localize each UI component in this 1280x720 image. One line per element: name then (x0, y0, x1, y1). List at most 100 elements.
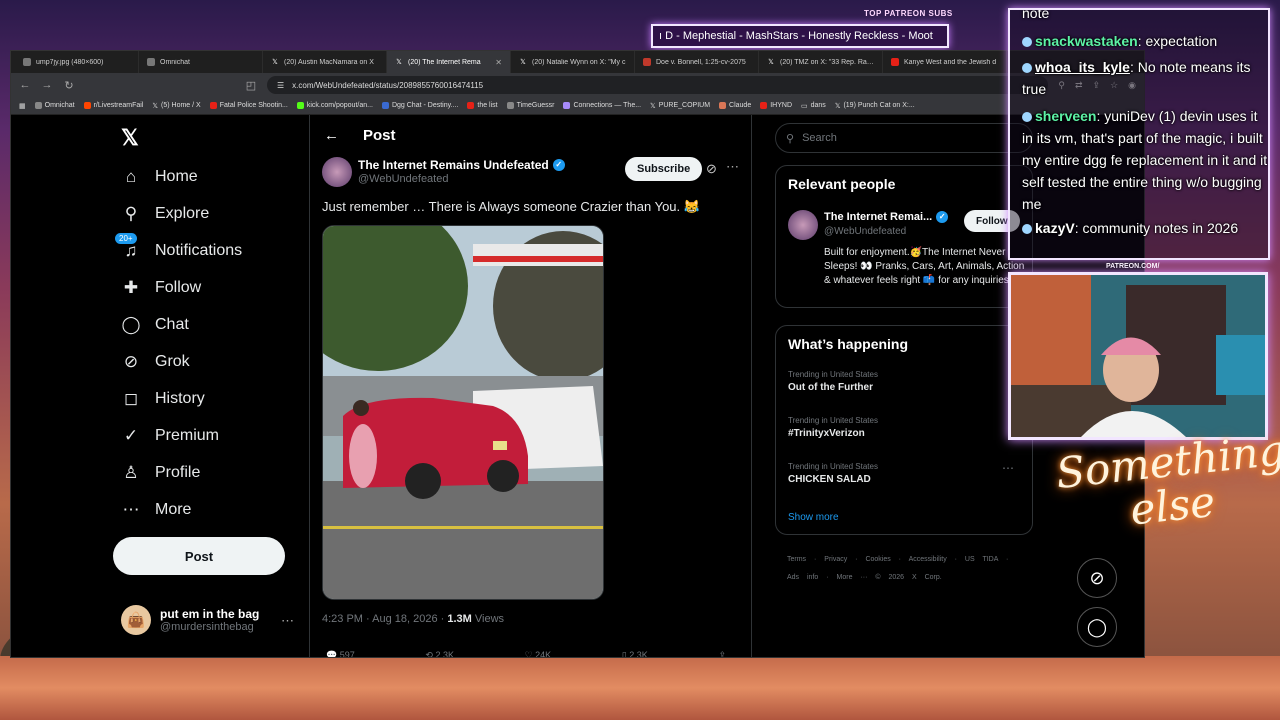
nav-home[interactable]: ⌂ Home (121, 167, 198, 187)
back-arrow-icon[interactable]: ← (324, 127, 339, 144)
chat-message: sherveen: yuniDev (1) devin uses it in i… (1022, 108, 1268, 212)
bookmark-3[interactable]: Fatal Police Shootin... (209, 102, 288, 109)
x-logo-icon[interactable]: 𝕏 (121, 125, 139, 151)
more-options-icon[interactable]: ⋯ (1002, 461, 1014, 475)
nav-history[interactable]: ◻ History (121, 389, 205, 409)
tab-5[interactable]: Doe v. Bonnell, 1:25-cv-2075 (635, 51, 759, 73)
bookmark-9[interactable]: 𝕏 PURE_COPIUM (650, 102, 710, 110)
webcam-image (1011, 275, 1265, 437)
views-count: 1.3M (447, 613, 472, 625)
bookmark-2[interactable]: 𝕏 (5) Home / X (152, 102, 200, 110)
patreon-ticker: ı D - Mephestial - MashStars - Honestly … (651, 24, 949, 48)
bookmark-13[interactable]: 𝕏 (19) Punch Cat on X:... (835, 102, 915, 110)
bookmark-page-icon[interactable]: ◰ (245, 79, 257, 92)
trend-item[interactable]: Trending in United States CHICKEN SALAD (788, 462, 878, 485)
relevant-person-handle[interactable]: @WebUndefeated (824, 226, 906, 237)
tab-4[interactable]: 𝕏 (20) Natalie Wynn on X: "My c (511, 51, 635, 73)
relevant-person-name[interactable]: The Internet Remai... ✓ (824, 211, 949, 223)
bookmark-7[interactable]: TimeGuessr (506, 102, 554, 109)
tab-1[interactable]: Omnichat (139, 51, 263, 73)
connections-icon (563, 102, 571, 109)
nav-grok[interactable]: ⊘ Grok (121, 352, 190, 372)
nav-chat[interactable]: ◯ Chat (121, 315, 188, 335)
nav-premium[interactable]: ✓ Premium (121, 426, 219, 446)
premium-icon: ✓ (123, 426, 139, 445)
account-handle: @murdersinthebag (160, 621, 254, 633)
author-name[interactable]: The Internet Remains Undefeated ✓ (358, 158, 565, 172)
share-icon[interactable]: ⇪ (718, 650, 726, 657)
avatar: 👜 (121, 605, 151, 635)
trend-item[interactable]: Trending in United States #TrinityxVerizo… (788, 416, 878, 439)
bookmark-5[interactable]: Dgg Chat - Destiny.... (381, 102, 458, 109)
post-button[interactable]: Post (113, 537, 285, 575)
close-tab-icon[interactable]: ✕ (495, 58, 502, 67)
nav-profile[interactable]: ♙ Profile (121, 463, 200, 483)
footer-links[interactable]: Terms · Privacy · Cookies · Accessibilit… (787, 551, 1027, 587)
bookmark-1[interactable]: r/LivestreamFail (83, 102, 143, 109)
bookmark-8[interactable]: Connections — The... (563, 102, 641, 109)
tab-7[interactable]: Kanye West and the Jewish d (883, 51, 1007, 73)
page-title: Post (363, 127, 396, 144)
nav-notifications[interactable]: ♫ 20+ Notifications (115, 233, 242, 261)
back-icon[interactable]: ← (19, 79, 31, 91)
timeguessr-icon (506, 102, 514, 109)
show-more-link[interactable]: Show more (788, 512, 839, 523)
reply-button[interactable]: 💬 597 (326, 650, 355, 657)
chat-icon: ◯ (121, 315, 141, 334)
search-input[interactable]: ⚲ Search (775, 123, 1033, 153)
nav-bar: ← → ↻ ◰ ☰ x.com/WebUndefeated/status/208… (11, 73, 1144, 97)
site-info-icon[interactable]: ☰ (277, 81, 284, 90)
bookmark-12[interactable]: ▭ dans (801, 102, 826, 110)
youtube-icon (891, 58, 899, 66)
tab-bar: ump7jy.jpg (480×600) Omnichat 𝕏 (20) Aust… (11, 51, 1144, 73)
bookmark-icon: ◻ (123, 389, 139, 408)
main-column: ← Post The Internet Remains Undefeated ✓ … (309, 115, 752, 657)
bookmark-10[interactable]: Claude (719, 102, 751, 109)
avatar[interactable] (788, 210, 818, 240)
bookmark-6[interactable]: the list (467, 102, 498, 109)
subscribe-button[interactable]: Subscribe (625, 157, 703, 181)
chat-icon[interactable]: ◯ (1077, 607, 1117, 647)
nav-more[interactable]: ⋯ More (121, 500, 192, 520)
chat-message: snackwastaken: expectation (1022, 30, 1217, 52)
bookmark-button[interactable]: ▯ 2.3K (622, 650, 648, 657)
author-handle[interactable]: @WebUndefeated (358, 173, 448, 185)
grok-icon[interactable]: ⊘ (1077, 558, 1117, 598)
tweet-text: Just remember … There is Always someone … (322, 199, 700, 214)
account-switcher[interactable]: 👜 put em in the bag @murdersinthebag ⋯ (121, 605, 294, 635)
tab-2[interactable]: 𝕏 (20) Austin MacNamara on X (263, 51, 387, 73)
repost-button[interactable]: ⟲ 2.3K (425, 650, 454, 657)
author-avatar[interactable] (322, 157, 352, 187)
search-icon: ⚲ (124, 204, 138, 223)
nav-explore[interactable]: ⚲ Explore (121, 204, 209, 224)
x-icon: 𝕏 (650, 102, 656, 110)
forward-icon[interactable]: → (41, 79, 53, 91)
like-button[interactable]: ♡ 24K (525, 650, 552, 657)
follow-icon: ✚ (123, 278, 139, 297)
more-options-icon[interactable]: ⋯ (726, 159, 739, 175)
trend-item[interactable]: Trending in United States Out of the Furt… (788, 370, 878, 393)
more-icon: ⋯ (122, 500, 140, 519)
tweet-video[interactable] (322, 225, 604, 600)
tab-6[interactable]: 𝕏 (20) TMZ on X: "33 Rep. Rand (759, 51, 883, 73)
bookmark-0[interactable]: Omnichat (34, 102, 75, 109)
chat-badge-icon (1022, 37, 1032, 48)
tab-3-active[interactable]: 𝕏 (20) The Internet Rema ✕ (387, 51, 511, 73)
omnichat-icon (147, 58, 155, 66)
address-bar[interactable]: ☰ x.com/WebUndefeated/status/20898557600… (267, 76, 1049, 94)
post-header: ← Post (324, 127, 396, 144)
bookmark-4[interactable]: kick.com/popout/an... (296, 102, 373, 109)
bookmark-11[interactable]: IHYND (760, 102, 792, 109)
chat-message: kazyV: community notes in 2026 (1022, 217, 1268, 239)
bookmarks-grid-icon[interactable]: ▦ (19, 102, 26, 110)
x-icon: 𝕏 (152, 102, 159, 110)
folder-icon: ▭ (801, 102, 808, 110)
nav-follow[interactable]: ✚ Follow (121, 278, 201, 298)
youtube-icon (467, 102, 475, 109)
x-icon: 𝕏 (520, 59, 526, 66)
reload-icon[interactable]: ↻ (63, 79, 75, 92)
more-options-icon[interactable]: ⋯ (281, 613, 294, 629)
tab-0[interactable]: ump7jy.jpg (480×600) (15, 51, 139, 73)
grok-icon[interactable]: ⊘ (706, 161, 717, 177)
x-page: 𝕏 ⌂ Home ⚲ Explore ♫ 20+ Notifications ✚ Foll… (11, 115, 1144, 657)
